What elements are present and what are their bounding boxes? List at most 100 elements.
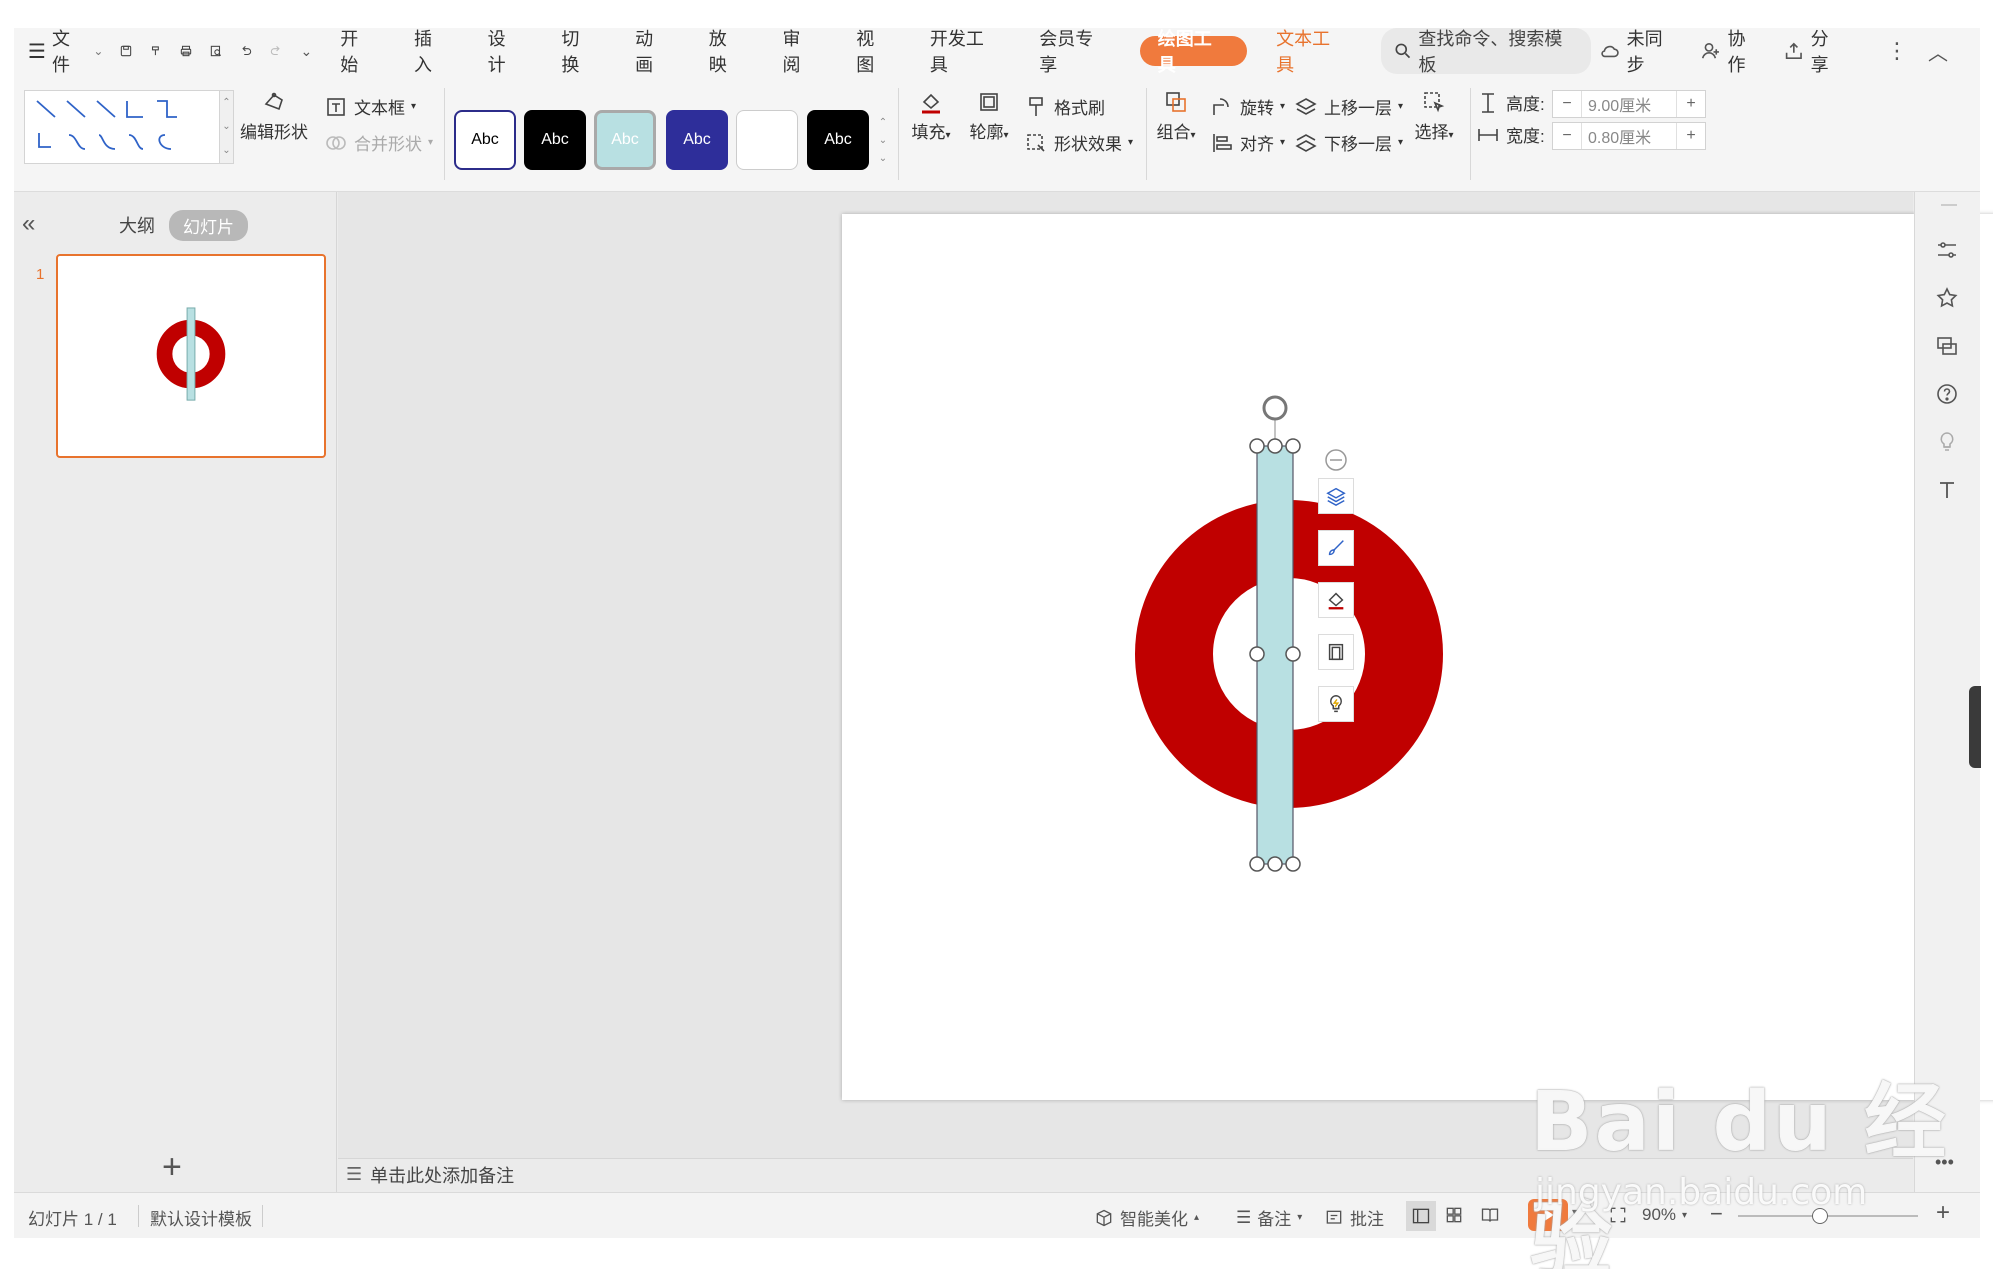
height-decrease-button[interactable]: − bbox=[1553, 95, 1581, 113]
format-copy-icon[interactable] bbox=[141, 28, 171, 74]
width-increase-button[interactable]: + bbox=[1677, 127, 1705, 145]
normal-view-button[interactable] bbox=[1406, 1201, 1436, 1231]
tab-animations[interactable]: 动画 bbox=[616, 28, 690, 75]
more-options-icon[interactable]: ⋮ bbox=[1878, 38, 1916, 64]
collapse-ribbon-icon[interactable]: ︿ bbox=[1920, 37, 1956, 66]
tab-design[interactable]: 设计 bbox=[469, 28, 543, 75]
shape-style-white[interactable]: Abc bbox=[454, 110, 516, 170]
smart-suggest-quick-button[interactable] bbox=[1318, 686, 1354, 722]
slide[interactable] bbox=[842, 214, 1993, 1100]
outline-button[interactable]: 轮廓▾ bbox=[962, 90, 1016, 143]
rotation-handle[interactable] bbox=[1262, 395, 1288, 421]
width-value[interactable]: 0.80厘米 bbox=[1581, 123, 1677, 149]
collab-button[interactable]: 协作 bbox=[1692, 25, 1771, 77]
slide-thumbnail[interactable] bbox=[56, 254, 326, 458]
template-name[interactable]: 默认设计模板 bbox=[150, 1205, 252, 1230]
tab-home[interactable]: 开始 bbox=[321, 28, 395, 75]
resize-handle[interactable] bbox=[1267, 438, 1283, 454]
tab-slideshow[interactable]: 放映 bbox=[690, 28, 764, 75]
undo-icon[interactable] bbox=[231, 28, 261, 74]
add-slide-button[interactable]: + bbox=[162, 1148, 182, 1187]
shape-style-black-2[interactable]: Abc bbox=[807, 110, 869, 170]
tab-transitions[interactable]: 切换 bbox=[542, 28, 616, 75]
resize-handle[interactable] bbox=[1285, 646, 1301, 662]
collab-label: 协作 bbox=[1727, 29, 1746, 75]
tab-view[interactable]: 视图 bbox=[837, 28, 911, 75]
width-decrease-button[interactable]: − bbox=[1553, 127, 1581, 145]
slides-switch-icon[interactable] bbox=[1933, 332, 1961, 360]
resize-handle[interactable] bbox=[1249, 646, 1265, 662]
tab-drawing-tools[interactable]: 绘图工具 bbox=[1139, 29, 1248, 75]
notes-toggle-button[interactable]: ☰ 备注 ▾ bbox=[1236, 1205, 1302, 1230]
shape-gallery[interactable] bbox=[24, 90, 220, 164]
shape-style-blank[interactable] bbox=[736, 110, 798, 170]
align-button[interactable]: 对齐 ▾ bbox=[1210, 130, 1285, 155]
tab-review[interactable]: 审阅 bbox=[763, 28, 837, 75]
height-value[interactable]: 9.00厘米 bbox=[1581, 91, 1677, 117]
style-brush-quick-button[interactable] bbox=[1318, 530, 1354, 566]
chevron-down-icon: ▾ bbox=[411, 101, 417, 112]
save-icon[interactable] bbox=[111, 28, 141, 74]
style-gallery-more[interactable]: ⌃ ⌄ ⌄ bbox=[876, 114, 890, 168]
book-icon bbox=[1481, 1208, 1499, 1222]
redo-icon[interactable] bbox=[261, 28, 291, 74]
file-menu[interactable]: ☰ 文件 ⌄ bbox=[14, 28, 111, 75]
shape-style-indigo[interactable]: Abc bbox=[666, 110, 728, 170]
outline-quick-button[interactable] bbox=[1318, 634, 1354, 670]
width-stepper[interactable]: − 0.80厘米 + bbox=[1552, 122, 1706, 150]
print-preview-icon[interactable] bbox=[201, 28, 231, 74]
bring-forward-button[interactable]: 上移一层 ▾ bbox=[1294, 94, 1403, 119]
sync-button[interactable]: 未同步 bbox=[1591, 25, 1688, 77]
lightbulb-icon[interactable] bbox=[1933, 428, 1961, 456]
tab-text-tools[interactable]: 文本工具 bbox=[1257, 28, 1366, 75]
share-icon bbox=[1785, 42, 1802, 60]
resize-handle[interactable] bbox=[1249, 856, 1265, 872]
smart-beautify-button[interactable]: 智能美化 ▴ bbox=[1094, 1205, 1199, 1230]
text-style-icon[interactable] bbox=[1933, 476, 1961, 504]
tab-slides[interactable]: 幻灯片 bbox=[169, 210, 248, 241]
collapse-panel-icon[interactable]: « bbox=[22, 210, 35, 238]
edit-shape-button[interactable]: 编辑形状 bbox=[234, 90, 314, 143]
properties-icon[interactable] bbox=[1933, 236, 1961, 264]
shape-style-light-blue[interactable]: Abc bbox=[594, 110, 656, 170]
fill-quick-button[interactable] bbox=[1318, 582, 1354, 618]
resize-handle[interactable] bbox=[1249, 438, 1265, 454]
tab-insert[interactable]: 插入 bbox=[395, 28, 469, 75]
sorter-view-button[interactable] bbox=[1444, 1205, 1464, 1225]
shape-style-black[interactable]: Abc bbox=[524, 110, 586, 170]
tab-developer[interactable]: 开发工具 bbox=[911, 28, 1020, 75]
select-button[interactable]: 选择▾ bbox=[1408, 90, 1460, 143]
resize-handle[interactable] bbox=[1285, 856, 1301, 872]
command-search[interactable]: 查找命令、搜索模板 bbox=[1380, 28, 1591, 75]
rotate-button[interactable]: 旋转 ▾ bbox=[1210, 94, 1285, 119]
shape-effect-icon bbox=[1027, 133, 1045, 152]
layers-quick-button[interactable] bbox=[1318, 478, 1354, 514]
format-painter-button[interactable]: 格式刷 bbox=[1024, 94, 1105, 119]
height-stepper[interactable]: − 9.00厘米 + bbox=[1552, 90, 1706, 118]
reading-view-button[interactable] bbox=[1480, 1205, 1500, 1225]
share-button[interactable]: 分享 bbox=[1775, 25, 1854, 77]
notes-toggle-label: 备注 bbox=[1257, 1210, 1292, 1229]
group-button[interactable]: 组合▾ bbox=[1150, 90, 1202, 143]
tab-membership[interactable]: 会员专享 bbox=[1020, 28, 1129, 75]
style-sample-text: Abc bbox=[824, 131, 852, 148]
merge-shape-button[interactable]: 合并形状 ▾ bbox=[324, 130, 433, 155]
star-icon[interactable] bbox=[1933, 284, 1961, 312]
grid-view-icon bbox=[1446, 1207, 1462, 1223]
tab-outline[interactable]: 大纲 bbox=[119, 212, 155, 238]
resize-handle[interactable] bbox=[1267, 856, 1283, 872]
shape-gallery-scroll[interactable]: ⌃ ⌄ ⌄ bbox=[220, 90, 234, 164]
fill-button[interactable]: 填充▾ bbox=[904, 90, 958, 143]
select-label: 选择▾ bbox=[1414, 123, 1454, 142]
send-backward-button[interactable]: 下移一层 ▾ bbox=[1294, 130, 1403, 155]
height-increase-button[interactable]: + bbox=[1677, 95, 1705, 113]
sidebar-handle[interactable] bbox=[1969, 686, 1981, 768]
comments-button[interactable]: 批注 bbox=[1324, 1205, 1384, 1230]
resize-handle[interactable] bbox=[1285, 438, 1301, 454]
print-icon[interactable] bbox=[171, 28, 201, 74]
quick-access-more-icon[interactable]: ⌄ bbox=[291, 28, 321, 74]
shape-effect-button[interactable]: 形状效果 ▾ bbox=[1024, 130, 1133, 155]
text-box-button[interactable]: 文本框 ▾ bbox=[324, 94, 416, 119]
help-icon[interactable] bbox=[1933, 380, 1961, 408]
format-painter-label: 格式刷 bbox=[1054, 99, 1105, 118]
